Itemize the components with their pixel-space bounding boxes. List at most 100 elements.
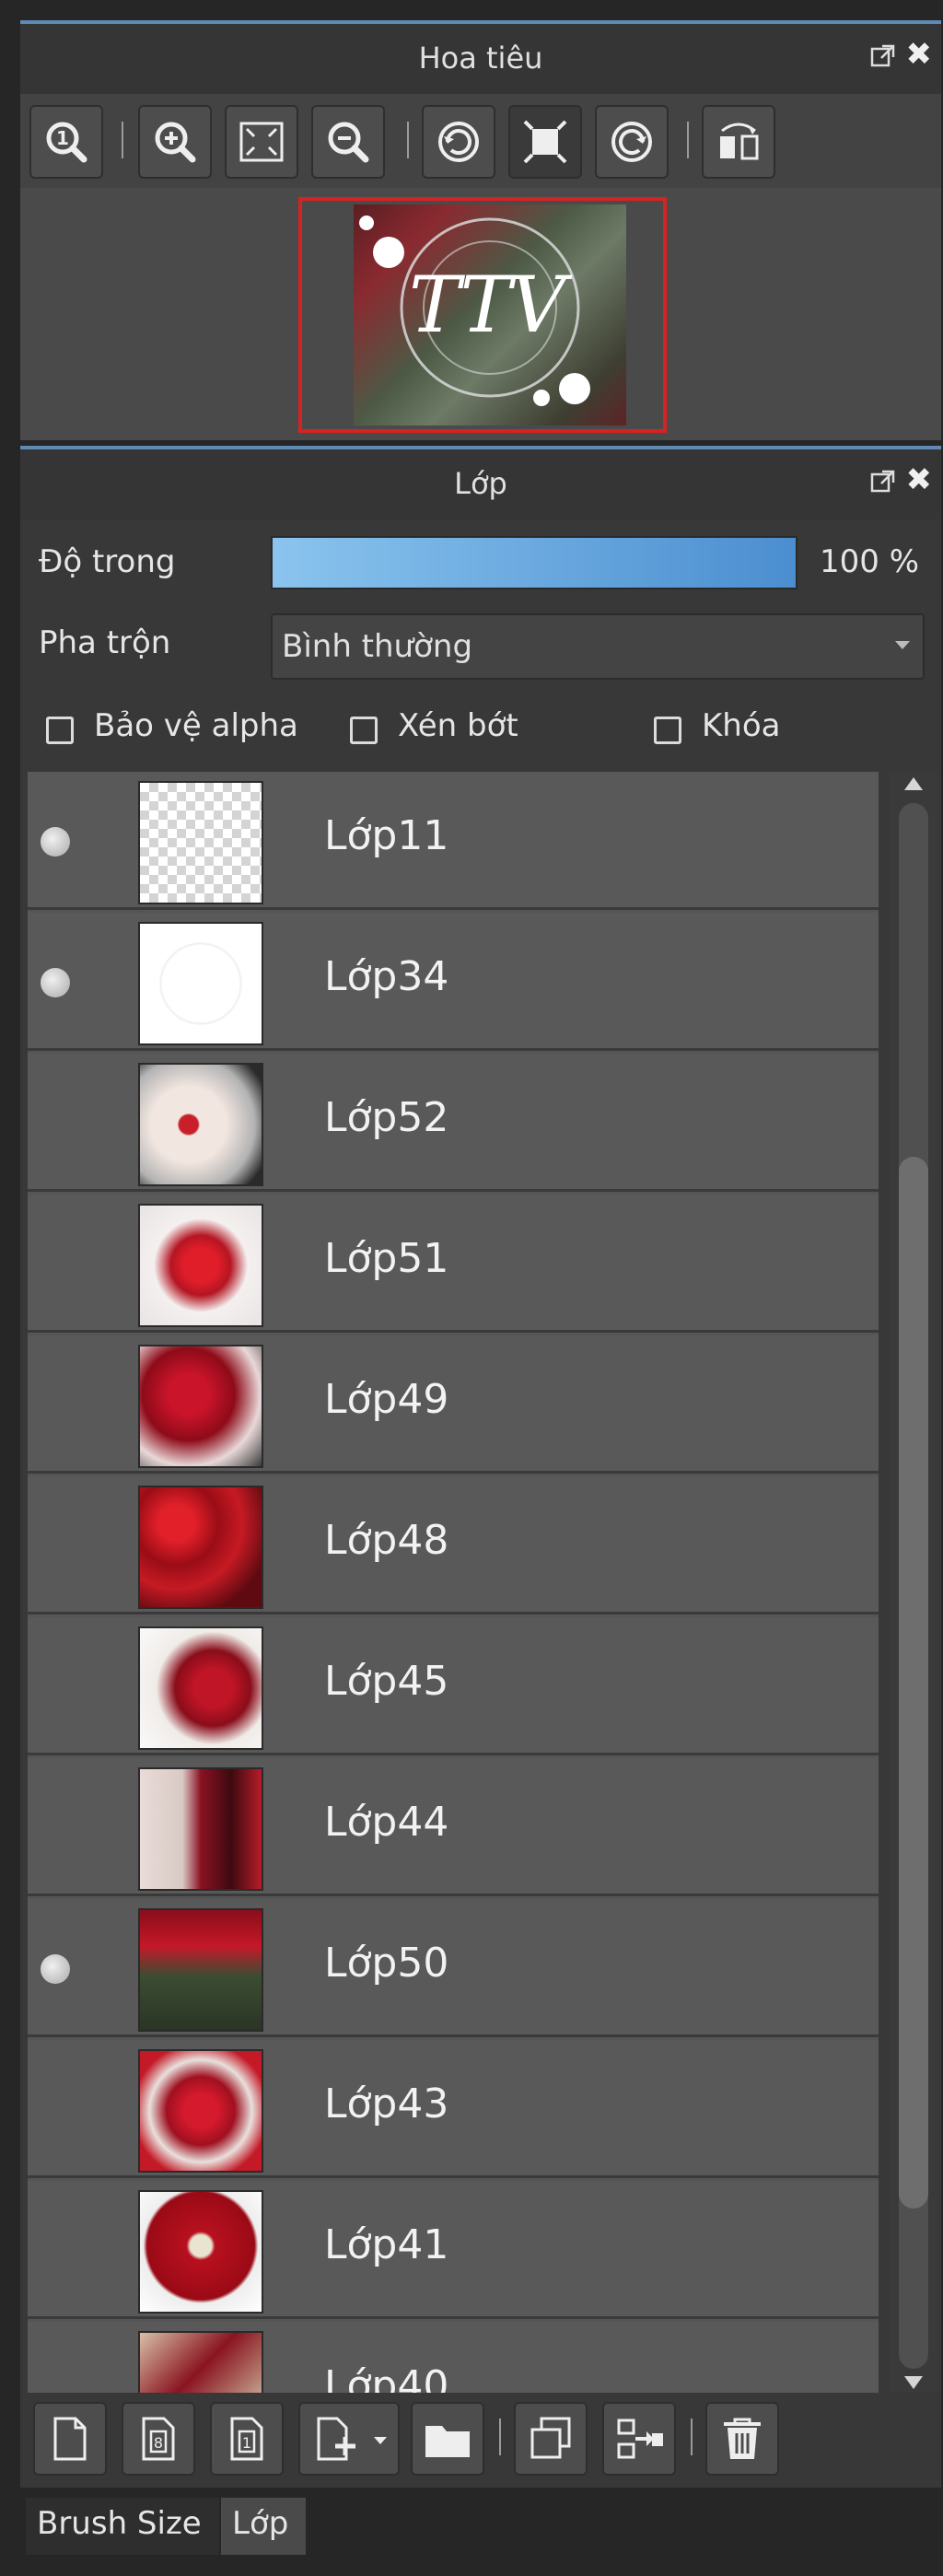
opacity-value: 100 % — [820, 543, 920, 580]
layer-name: Lớp11 — [324, 812, 449, 859]
toolbar-separator — [499, 2419, 501, 2455]
toolbar-separator — [687, 122, 689, 158]
layer-title-bar: Lớp ✖ — [20, 449, 941, 519]
layer-name: Lớp45 — [324, 1658, 449, 1705]
svg-text:1: 1 — [56, 127, 69, 149]
navigator-preview-area[interactable]: TTV — [20, 188, 941, 440]
blend-label: Pha trộn — [39, 624, 171, 661]
layer-name: Lớp51 — [324, 1235, 449, 1282]
layer-panel: Lớp ✖ Độ trong 100 % Pha trộn Bình thườn… — [20, 446, 941, 2488]
navigator-title: Hoa tiêu — [418, 41, 543, 76]
opacity-label: Độ trong — [39, 543, 176, 580]
duplicate-layer-button[interactable] — [514, 2402, 588, 2476]
layer-scrollbar[interactable] — [890, 772, 937, 2393]
flip-icon — [720, 122, 759, 160]
scroll-down-icon[interactable] — [904, 2376, 923, 2389]
visibility-dot-icon[interactable] — [41, 968, 70, 997]
blend-mode-select[interactable]: Bình thường — [271, 613, 925, 680]
fit-window-icon — [523, 120, 567, 164]
layer-row[interactable]: Lớp44 — [28, 1758, 879, 1896]
merge-down-button[interactable] — [602, 2402, 676, 2476]
close-icon[interactable]: ✖ — [906, 39, 933, 70]
delete-layer-icon — [724, 2418, 761, 2459]
layer-row[interactable]: Lớp40 — [28, 2322, 879, 2393]
merge-down-icon — [617, 2419, 663, 2459]
layer-name: Lớp44 — [324, 1799, 449, 1846]
rotate-left-button[interactable] — [422, 105, 495, 179]
add-layer-menu-icon — [317, 2417, 355, 2461]
rotate-right-button[interactable] — [595, 105, 669, 179]
layer-name: Lớp41 — [324, 2221, 449, 2268]
new-layer-1bit-button[interactable]: 1 — [210, 2402, 284, 2476]
layer-row[interactable]: Lớp34 — [28, 913, 879, 1051]
duplicate-layer-icon — [530, 2417, 571, 2459]
tab-layer[interactable]: Lớp — [221, 2498, 306, 2555]
protect-alpha-label: Bảo vệ alpha — [94, 707, 298, 744]
layer-name: Lớp52 — [324, 1094, 449, 1141]
viewport-frame[interactable] — [298, 197, 667, 433]
layer-row[interactable]: Lớp50 — [28, 1899, 879, 2037]
layer-row[interactable]: Lớp41 — [28, 2181, 879, 2319]
scroll-up-icon[interactable] — [904, 777, 923, 790]
clipping-checkbox[interactable] — [350, 717, 378, 744]
lock-checkbox[interactable] — [654, 717, 681, 744]
popout-icon[interactable] — [869, 468, 897, 495]
svg-text:1: 1 — [242, 2434, 251, 2452]
navigator-title-bar: Hoa tiêu ✖ — [20, 24, 941, 94]
scroll-thumb[interactable] — [899, 1157, 928, 2209]
layer-thumbnail — [138, 1908, 263, 2032]
flip-button[interactable] — [702, 105, 775, 179]
delete-layer-button[interactable] — [705, 2402, 779, 2476]
layer-row[interactable]: Lớp11 — [28, 772, 879, 910]
new-layer-1bit-icon: 1 — [230, 2417, 263, 2461]
fit-window-button[interactable] — [508, 105, 582, 179]
layer-thumbnail — [138, 1626, 263, 1750]
layer-row[interactable]: Lớp49 — [28, 1335, 879, 1474]
layer-thumbnail — [138, 922, 263, 1045]
visibility-dot-icon[interactable] — [41, 1954, 70, 1984]
actual-size-button[interactable]: 1 — [29, 105, 103, 179]
protect-alpha-checkbox[interactable] — [46, 717, 74, 744]
zoom-in-button[interactable] — [138, 105, 212, 179]
layer-row[interactable]: Lớp48 — [28, 1476, 879, 1614]
layer-row[interactable]: Lớp52 — [28, 1054, 879, 1192]
layer-row[interactable]: Lớp51 — [28, 1195, 879, 1333]
popout-icon[interactable] — [869, 42, 897, 70]
tab-brush-size[interactable]: Brush Size — [26, 2498, 219, 2555]
layer-row[interactable]: Lớp43 — [28, 2040, 879, 2178]
fit-screen-button[interactable] — [225, 105, 298, 179]
layer-thumbnail — [138, 781, 263, 904]
chevron-down-icon — [374, 2437, 387, 2444]
layer-list: Lớp11 Lớp34 Lớp52 Lớp51 Lớp49 Lớp48 Lớp4… — [28, 772, 879, 2393]
new-folder-button[interactable] — [411, 2402, 484, 2476]
layer-name: Lớp49 — [324, 1376, 449, 1423]
lock-label: Khóa — [702, 707, 781, 744]
layer-thumbnail — [138, 2190, 263, 2314]
layer-name: Lớp43 — [324, 2081, 449, 2127]
fit-screen-icon — [239, 122, 284, 162]
close-icon[interactable]: ✖ — [906, 464, 933, 495]
blend-mode-value: Bình thường — [282, 628, 473, 665]
layer-panel-title: Lớp — [454, 466, 507, 501]
layer-thumbnail — [138, 2049, 263, 2173]
layer-name: Lớp40 — [324, 2362, 449, 2393]
layer-name: Lớp48 — [324, 1517, 449, 1564]
layer-thumbnail — [138, 1063, 263, 1186]
zoom-out-icon — [328, 122, 369, 163]
visibility-dot-icon[interactable] — [41, 827, 70, 857]
zoom-out-button[interactable] — [311, 105, 385, 179]
actual-size-icon: 1 — [46, 122, 87, 163]
clipping-label: Xén bớt — [398, 707, 518, 744]
rotate-right-icon — [611, 122, 652, 162]
layer-thumbnail — [138, 1486, 263, 1609]
add-layer-menu-button[interactable] — [298, 2402, 400, 2476]
svg-text:8: 8 — [154, 2434, 163, 2452]
layer-row[interactable]: Lớp45 — [28, 1617, 879, 1755]
layer-thumbnail — [138, 1345, 263, 1468]
navigator-panel: Hoa tiêu ✖ 1 TTV — [20, 20, 941, 440]
opacity-slider[interactable] — [271, 536, 797, 589]
new-layer-8bit-button[interactable]: 8 — [122, 2402, 195, 2476]
zoom-in-icon — [155, 122, 196, 163]
layer-thumbnail — [138, 2331, 263, 2393]
new-layer-button[interactable] — [33, 2402, 107, 2476]
